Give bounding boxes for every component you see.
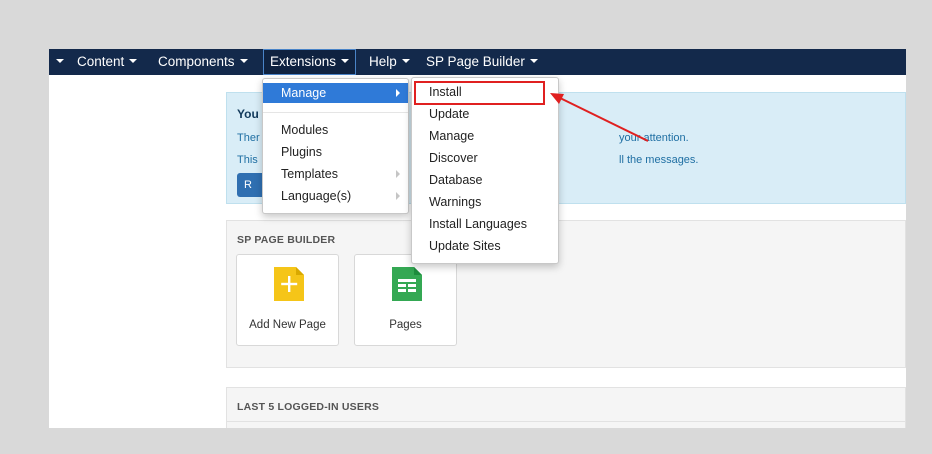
nav-menu-overflow[interactable] [51,49,64,75]
chevron-right-icon [396,89,400,97]
menu-item-languages-label: Language(s) [281,189,352,203]
last-users-panel: LAST 5 LOGGED-IN USERS [226,387,906,428]
alert-line-2-end: ll the messages. [619,154,699,166]
menu-item-modules[interactable]: Modules [263,120,408,140]
menu-item-modules-label: Modules [281,123,329,137]
submenu-item-database[interactable]: Database [412,170,558,191]
pages-icon [392,267,422,301]
submenu-item-install-languages-label: Install Languages [429,217,527,231]
submenu-item-warnings-label: Warnings [429,195,482,209]
last-users-title: LAST 5 LOGGED-IN USERS [237,401,380,413]
nav-sp-page-builder-label: SP Page Builder [426,54,525,69]
caret-down-icon [529,59,538,64]
submenu-item-manage[interactable]: Manage [412,126,558,147]
menu-item-languages[interactable]: Language(s) [263,186,408,206]
nav-components[interactable]: Components [158,49,248,75]
alert-line-1-start: Ther [237,132,260,144]
nav-components-label: Components [158,54,235,69]
add-new-page-label: Add New Page [249,319,326,331]
submenu-item-update-sites[interactable]: Update Sites [412,236,558,257]
caret-down-icon [129,59,138,64]
submenu-item-install-languages[interactable]: Install Languages [412,214,558,235]
menu-item-templates-label: Templates [281,167,338,181]
menu-item-plugins-label: Plugins [281,145,322,159]
menu-item-plugins[interactable]: Plugins [263,142,408,162]
top-navbar: Content Components Extensions Help SP Pa… [49,49,906,75]
submenu-item-update[interactable]: Update [412,104,558,125]
admin-screen: Content Components Extensions Help SP Pa… [49,49,906,428]
chevron-right-icon [396,192,400,200]
submenu-item-database-label: Database [429,173,483,187]
pages-label: Pages [389,319,422,331]
manage-submenu: Install Update Manage Discover Database … [411,77,559,264]
submenu-item-update-sites-label: Update Sites [429,239,501,253]
nav-help[interactable]: Help [369,49,410,75]
extensions-dropdown: Manage Modules Plugins Templates Languag… [262,78,409,214]
sp-page-builder-panel: SP PAGE BUILDER Add New Page Pages [226,220,906,368]
nav-content-label: Content [77,54,125,69]
nav-content[interactable]: Content [77,49,138,75]
panel-divider [227,421,905,422]
submenu-item-discover[interactable]: Discover [412,148,558,169]
submenu-item-manage-label: Manage [429,129,475,143]
nav-extensions-label: Extensions [270,54,337,69]
nav-sp-page-builder[interactable]: SP Page Builder [426,49,538,75]
sp-panel-title: SP PAGE BUILDER [237,234,336,246]
submenu-item-update-label: Update [429,107,470,121]
submenu-item-discover-label: Discover [429,151,478,165]
menu-divider [263,112,408,113]
caret-down-icon [341,59,350,64]
nav-extensions[interactable]: Extensions [263,49,357,75]
menu-item-manage-label: Manage [281,86,327,100]
caret-down-icon [401,59,410,64]
alert-title: You [237,107,259,121]
add-page-icon [274,267,304,301]
nav-help-label: Help [369,54,397,69]
pages-tile[interactable]: Pages [354,254,457,346]
chevron-right-icon [396,170,400,178]
menu-item-templates[interactable]: Templates [263,164,408,184]
menu-item-manage[interactable]: Manage [263,83,408,103]
add-new-page-tile[interactable]: Add New Page [236,254,339,346]
install-highlight-box [414,81,545,105]
alert-line-2-start: This [237,154,258,166]
caret-down-icon [239,59,248,64]
submenu-item-warnings[interactable]: Warnings [412,192,558,213]
annotation-arrow-icon [550,93,649,142]
caret-down-icon [56,59,64,64]
